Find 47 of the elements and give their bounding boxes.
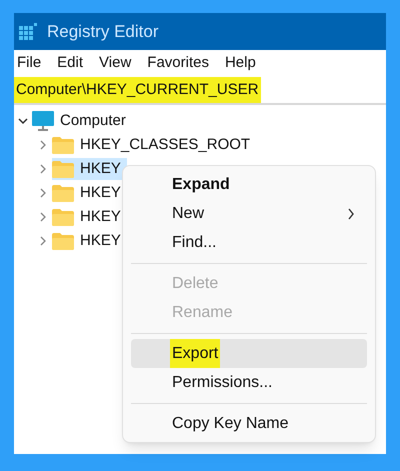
tree-node[interactable]: HKEY (52, 206, 127, 228)
menu-option[interactable]: Export (131, 339, 367, 368)
folder-icon (52, 208, 74, 226)
chevron-right-icon[interactable] (38, 164, 48, 174)
option-label: Permissions... (172, 372, 272, 392)
option-label: Export (170, 339, 220, 368)
menu-item[interactable]: Edit (57, 52, 84, 75)
node-label: HKEY (80, 206, 121, 227)
registry-icon (19, 22, 37, 40)
chevron-right-icon[interactable] (38, 188, 48, 198)
node-label: HKEY_CLASSES_ROOT (80, 134, 250, 155)
option-label: Copy Key Name (172, 414, 288, 434)
chevron-down-icon[interactable] (18, 116, 28, 126)
menu-option[interactable]: Permissions... (131, 368, 367, 397)
option-label: Find... (172, 232, 216, 252)
tree-node[interactable]: HKEY_CLASSES_ROOT (52, 134, 256, 156)
tree-node[interactable]: HKEY (52, 230, 127, 252)
menu-item[interactable]: Help (224, 52, 256, 75)
menu-option[interactable]: New (131, 199, 367, 228)
tree-node[interactable]: Computer (32, 110, 132, 132)
menu-item[interactable]: View (99, 52, 132, 75)
monitor-icon (32, 111, 54, 131)
folder-icon (52, 184, 74, 202)
option-label: New (172, 204, 204, 224)
address-path: Computer\HKEY_CURRENT_USER (14, 77, 261, 103)
chevron-right-icon[interactable] (38, 140, 48, 150)
node-label: HKEY (80, 230, 121, 251)
address-bar[interactable]: Computer\HKEY_CURRENT_USER (14, 77, 386, 105)
tree-node[interactable]: HKEY (52, 158, 127, 180)
node-label: HKEY (80, 158, 121, 179)
folder-icon (52, 160, 74, 178)
menu-item[interactable]: Favorites (147, 52, 209, 75)
node-label: Computer (60, 110, 126, 131)
option-label: Delete (172, 274, 218, 294)
menu-option[interactable]: Copy Key Name (131, 409, 367, 438)
menu-item[interactable]: File (17, 52, 42, 75)
menu-option[interactable]: Expand (131, 170, 367, 199)
folder-icon (52, 136, 74, 154)
folder-icon (52, 232, 74, 250)
chevron-right-icon[interactable] (38, 212, 48, 222)
option-label: Rename (172, 302, 232, 322)
chevron-right-icon[interactable] (38, 236, 48, 246)
tree-node[interactable]: HKEY (52, 182, 127, 204)
option-label: Expand (172, 174, 230, 194)
menu-option[interactable]: Find... (131, 228, 367, 257)
node-label: HKEY (80, 182, 121, 203)
window-title: Registry Editor (47, 20, 158, 43)
